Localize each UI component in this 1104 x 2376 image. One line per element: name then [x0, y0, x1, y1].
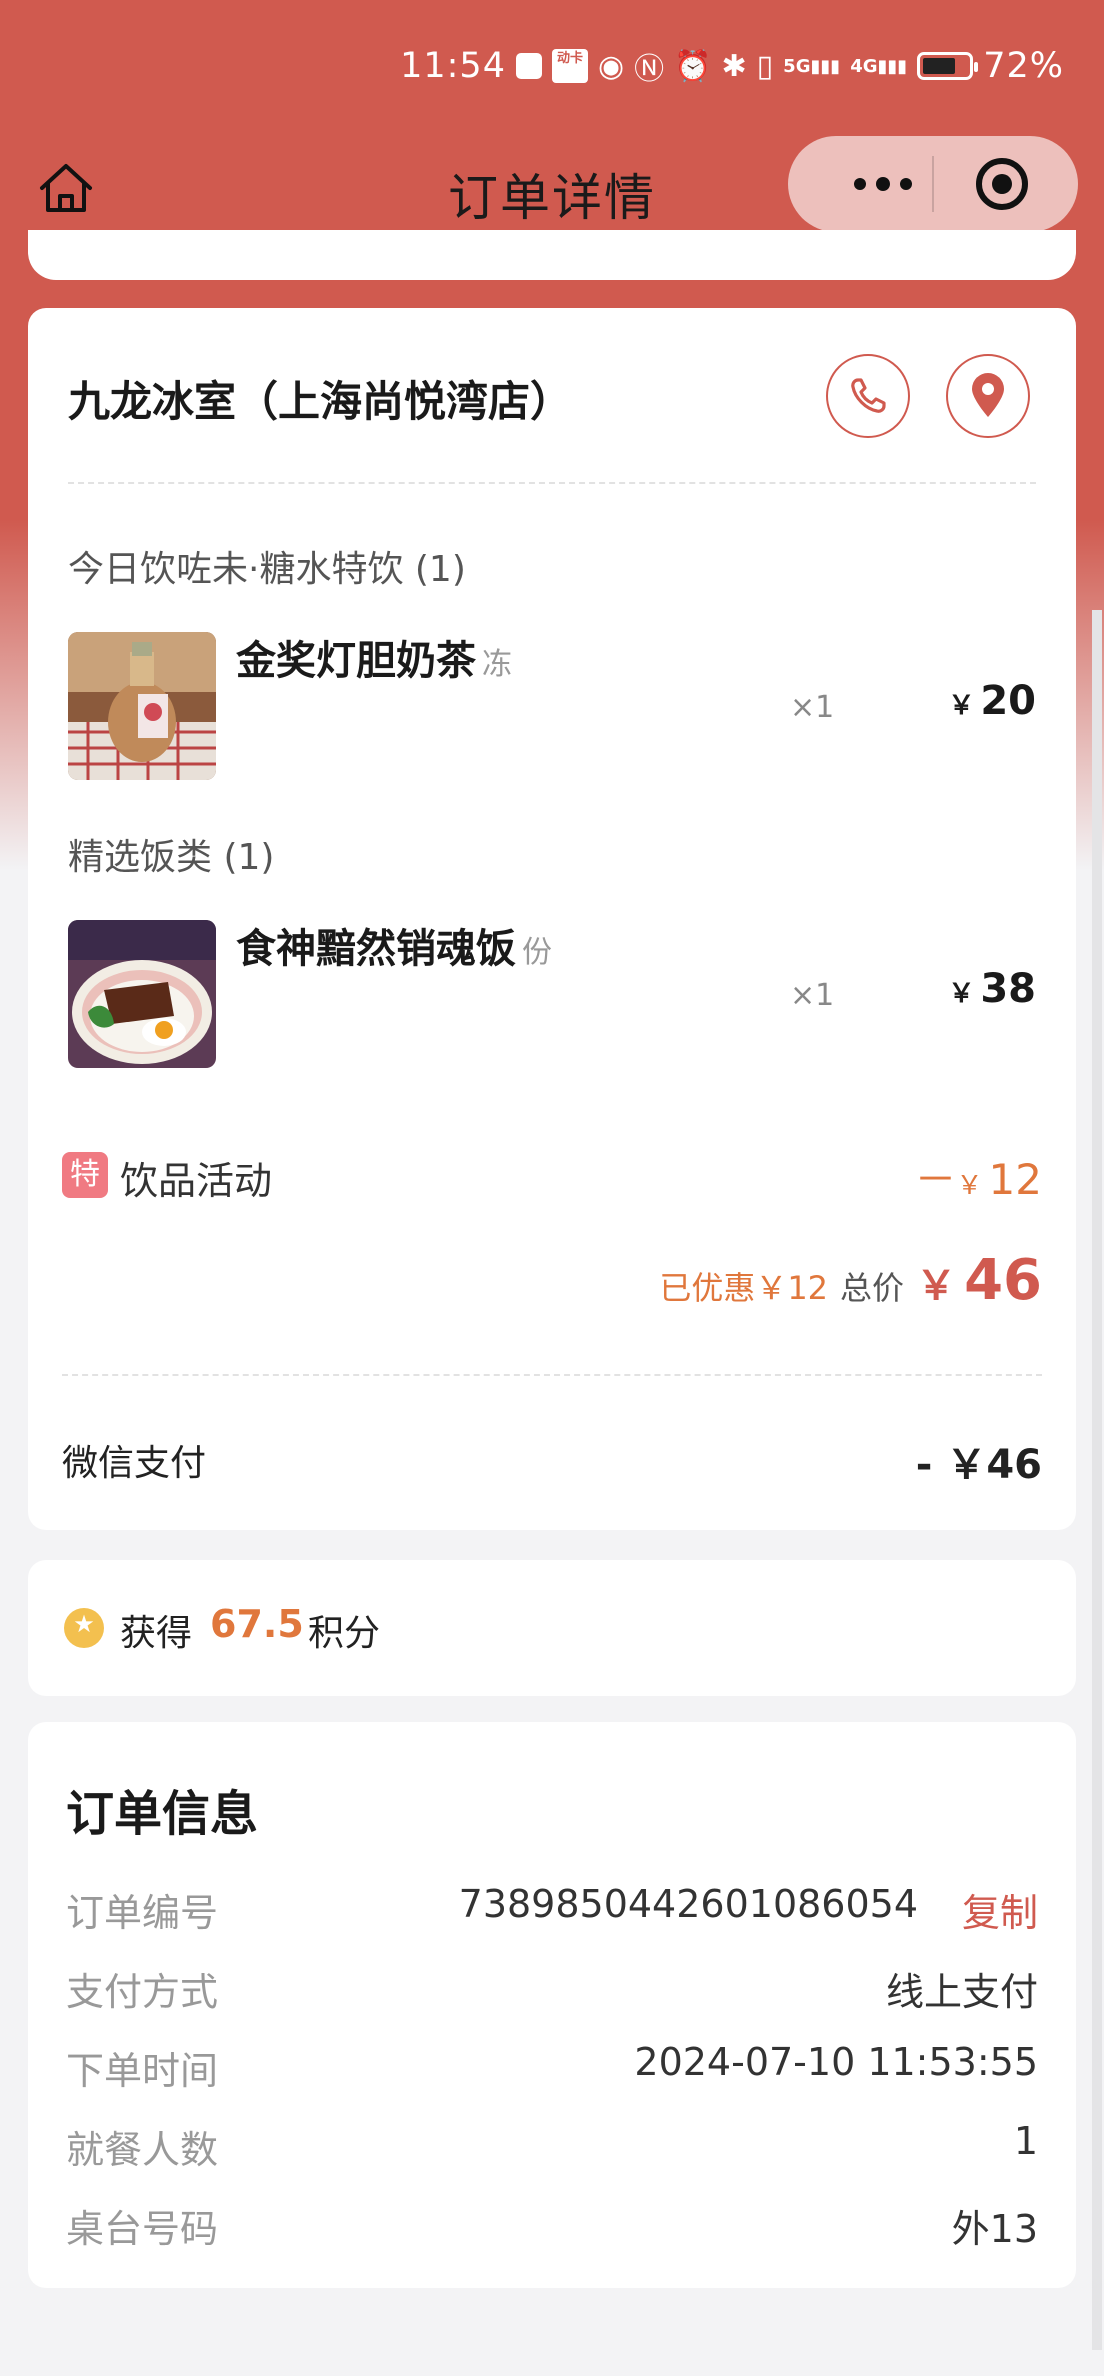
item-name: 金奖灯胆奶茶冻 [236, 628, 512, 686]
payment-type-value: 线上支付 [885, 1970, 1038, 2014]
payment-amount: - ￥46 [915, 1442, 1042, 1488]
table-number-value: 外13 [951, 2207, 1038, 2251]
table-number-label: 桌台号码 [66, 2207, 219, 2251]
payment-type-label: 支付方式 [66, 1970, 219, 2014]
currency-symbol: ￥ [948, 691, 975, 721]
item-unit: 份 [522, 935, 552, 970]
order-time-value: 2024-07-10 11:53:55 [634, 2040, 1038, 2084]
call-store-button[interactable] [826, 354, 910, 438]
points-prefix: 获得 [120, 1613, 193, 1654]
divider [62, 1374, 1042, 1376]
total-label: 总价 [840, 1269, 905, 1307]
eye-icon: ◉ [597, 48, 625, 84]
signal-4g-icon: 4G▮▮▮ [850, 55, 908, 77]
order-time-row: 下单时间 2024-07-10 11:53:55 [66, 2040, 1038, 2093]
app-badge-icon: 动卡 [551, 49, 588, 83]
item-unit: 冻 [482, 647, 512, 682]
currency-symbol: ￥ [916, 1263, 957, 1309]
currency-symbol: ￥ [956, 1171, 983, 1201]
rice-dish-image [68, 920, 216, 1068]
diners-value: 1 [1013, 2119, 1038, 2163]
signal-5g-icon: 5G▮▮▮ [783, 55, 841, 77]
item-price-value: 20 [980, 678, 1036, 724]
status-bar: 11:54 动卡 ◉ Ⓝ ⏰ ✱ ▯ 5G▮▮▮ 4G▮▮▮ 72% [0, 0, 1104, 130]
more-icon[interactable] [828, 154, 938, 214]
group-title: 精选饭类 (1) [68, 837, 275, 878]
scrollbar[interactable] [1092, 610, 1102, 2350]
total-row: 已优惠￥12 总价 ￥ 46 [659, 1248, 1042, 1313]
battery-icon [917, 52, 979, 80]
points-value: 67.5 [210, 1602, 304, 1646]
item-name-text: 食神黯然销魂饭 [236, 926, 516, 972]
order-info-card: 订单信息 订单编号 7389850442601086054 复制 支付方式 线上… [28, 1722, 1076, 2288]
order-number-value: 7389850442601086054 [458, 1882, 918, 1926]
item-name: 食神黯然销魂饭份 [236, 916, 552, 974]
group-title: 今日饮咗未·糖水特饮 (1) [68, 549, 466, 590]
item-quantity: ×1 [790, 690, 835, 725]
order-card: 九龙冰室（上海尚悦湾店） 今日饮咗未·糖水特饮 (1) 金奖灯胆奶茶冻 ×1 ￥… [28, 308, 1076, 1530]
payment-type-row: 支付方式 线上支付 [66, 1961, 1038, 2014]
nfc-icon: Ⓝ [634, 52, 665, 87]
currency-symbol: ￥ [948, 979, 975, 1009]
divider [68, 482, 1036, 484]
previous-card-edge [28, 230, 1076, 280]
order-info-title: 订单信息 [66, 1786, 259, 1842]
total-value: ￥ 46 [916, 1248, 1042, 1313]
total-value-number: 46 [964, 1248, 1042, 1313]
item-price-value: 38 [980, 966, 1036, 1012]
location-pin-icon [972, 373, 1004, 417]
points-card: 获得 67.5 积分 [28, 1560, 1076, 1696]
vibrate-icon: ▯ [756, 48, 774, 84]
order-number-row: 订单编号 7389850442601086054 复制 [66, 1882, 1038, 1935]
diners-row: 就餐人数 1 [66, 2119, 1038, 2172]
book-app-icon [515, 53, 542, 79]
points-suffix: 积分 [308, 1613, 381, 1654]
promo-amount-value: 12 [988, 1155, 1042, 1204]
promo-badge: 特 [62, 1152, 108, 1198]
order-time-label: 下单时间 [66, 2049, 219, 2093]
promo-amount: －￥ 12 [915, 1146, 1042, 1207]
bluetooth-icon: ✱ [721, 48, 747, 84]
store-location-button[interactable] [946, 354, 1030, 438]
points-coin-icon [64, 1608, 104, 1648]
item-quantity: ×1 [790, 978, 835, 1013]
saved-amount: 已优惠￥12 [659, 1269, 829, 1307]
table-number-row: 桌台号码 外13 [66, 2198, 1038, 2251]
battery-percent: 72% [983, 46, 1064, 86]
copy-button[interactable]: 复制 [962, 1882, 1038, 1937]
close-program-icon[interactable] [976, 158, 1028, 210]
mini-program-capsule [788, 136, 1078, 232]
status-time: 11:54 [400, 46, 506, 86]
payment-method-label: 微信支付 [62, 1443, 207, 1484]
item-name-text: 金奖灯胆奶茶 [236, 638, 476, 684]
order-number-label: 订单编号 [66, 1891, 219, 1935]
alarm-icon: ⏰ [674, 48, 712, 84]
store-name: 九龙冰室（上海尚悦湾店） [68, 377, 573, 426]
phone-icon [851, 378, 886, 413]
diners-label: 就餐人数 [66, 2128, 219, 2172]
status-icons: 11:54 动卡 ◉ Ⓝ ⏰ ✱ ▯ 5G▮▮▮ 4G▮▮▮ 72% [400, 44, 1064, 88]
minus-sign: － [914, 1155, 957, 1204]
promo-label: 饮品活动 [120, 1159, 273, 1203]
item-price: ￥ 20 [948, 678, 1036, 724]
capsule-divider [932, 156, 934, 212]
milk-tea-image [68, 632, 216, 780]
item-price: ￥ 38 [948, 966, 1036, 1012]
